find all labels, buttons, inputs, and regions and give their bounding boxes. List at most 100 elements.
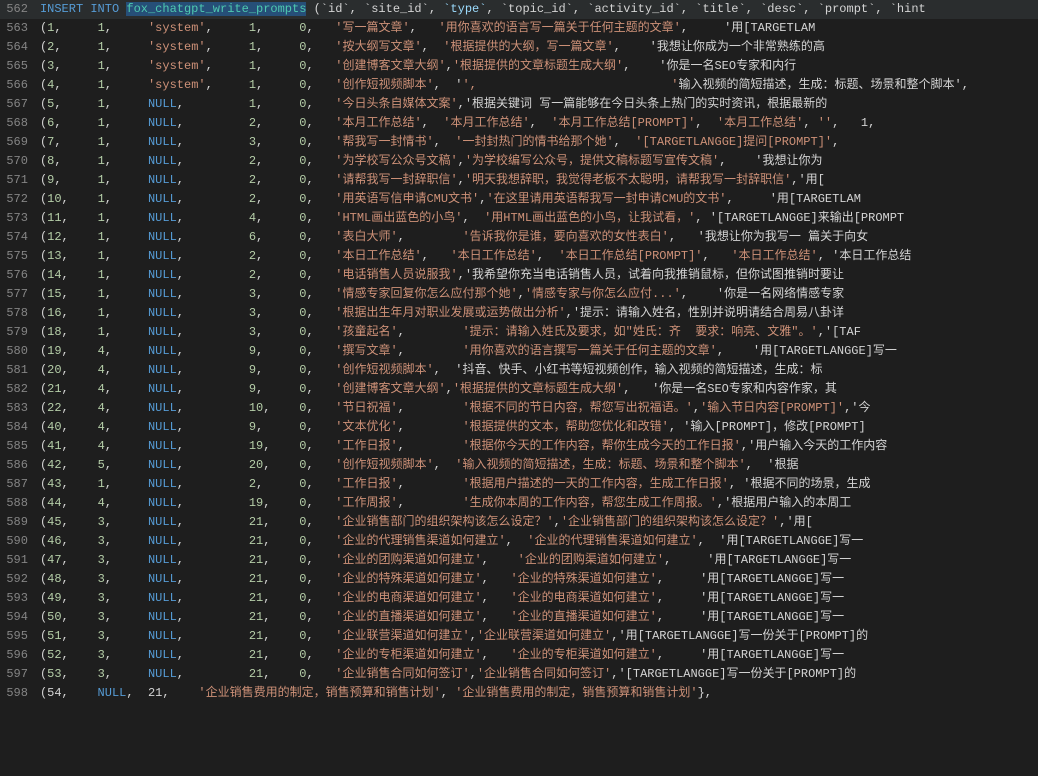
code-line[interactable]: (51, 3, NULL, 21, 0, '企业联营渠道如何建立','企业联营渠… xyxy=(36,627,1038,646)
code-line[interactable]: (10, 1, NULL, 2, 0, '用英语写信申请CMU文书','在这里请… xyxy=(36,190,1038,209)
code-line[interactable]: (2, 1, 'system', 1, 0, '按大纲写文章', '根据提供的大… xyxy=(36,38,1038,57)
code-line[interactable]: (1, 1, 'system', 1, 0, '写一篇文章', '用你喜欢的语言… xyxy=(36,19,1038,38)
table-row: 571(9, 1, NULL, 2, 0, '请帮我写一封辞职信','明天我想辞… xyxy=(0,171,1038,190)
line-number: 571 xyxy=(0,171,36,190)
table-row: 582(21, 4, NULL, 9, 0, '创建博客文章大纲','根据提供的… xyxy=(0,380,1038,399)
code-line[interactable]: (12, 1, NULL, 6, 0, '表白大师', '告诉我你是谁，要向喜欢… xyxy=(36,228,1038,247)
code-editor: 562INSERT INTO fox_chatgpt_write_prompts… xyxy=(0,0,1038,703)
table-row: 573(11, 1, NULL, 4, 0, 'HTML画出蓝色的小鸟', '用… xyxy=(0,209,1038,228)
line-number: 587 xyxy=(0,475,36,494)
code-line[interactable]: (54, NULL, 21, '企业销售费用的制定，销售预算和销售计划', '企… xyxy=(36,684,1038,703)
code-line[interactable]: (15, 1, NULL, 3, 0, '情感专家回复你怎么应付那个她','情感… xyxy=(36,285,1038,304)
table-row: 594(50, 3, NULL, 21, 0, '企业的直播渠道如何建立', '… xyxy=(0,608,1038,627)
code-line[interactable]: (13, 1, NULL, 2, 0, '本日工作总结', '本日工作总结', … xyxy=(36,247,1038,266)
line-number: 568 xyxy=(0,114,36,133)
code-line[interactable]: (6, 1, NULL, 2, 0, '本月工作总结', '本月工作总结', '… xyxy=(36,114,1038,133)
table-row: 592(48, 3, NULL, 21, 0, '企业的特殊渠道如何建立', '… xyxy=(0,570,1038,589)
table-row: 566(4, 1, 'system', 1, 0, '创作短视频脚本', '',… xyxy=(0,76,1038,95)
line-number: 586 xyxy=(0,456,36,475)
code-line[interactable]: (4, 1, 'system', 1, 0, '创作短视频脚本', '', '输… xyxy=(36,76,1038,95)
table-row: 568(6, 1, NULL, 2, 0, '本月工作总结', '本月工作总结'… xyxy=(0,114,1038,133)
line-number: 589 xyxy=(0,513,36,532)
table-row: 565(3, 1, 'system', 1, 0, '创建博客文章大纲','根据… xyxy=(0,57,1038,76)
table-row: 576(14, 1, NULL, 2, 0, '电话销售人员说服我','我希望你… xyxy=(0,266,1038,285)
code-line[interactable]: (44, 4, NULL, 19, 0, '工作周报', '生成你本周的工作内容… xyxy=(36,494,1038,513)
line-number: 573 xyxy=(0,209,36,228)
table-row: 583(22, 4, NULL, 10, 0, '节日祝福', '根据不同的节日… xyxy=(0,399,1038,418)
code-line[interactable]: (16, 1, NULL, 3, 0, '根据出生年月对职业发展或运势做出分析'… xyxy=(36,304,1038,323)
line-number: 580 xyxy=(0,342,36,361)
line-number: 578 xyxy=(0,304,36,323)
table-row: 593(49, 3, NULL, 21, 0, '企业的电商渠道如何建立', '… xyxy=(0,589,1038,608)
code-line[interactable]: (48, 3, NULL, 21, 0, '企业的特殊渠道如何建立', '企业的… xyxy=(36,570,1038,589)
table-row: 587(43, 1, NULL, 2, 0, '工作日报', '根据用户描述的一… xyxy=(0,475,1038,494)
line-number: 597 xyxy=(0,665,36,684)
table-row: 598(54, NULL, 21, '企业销售费用的制定，销售预算和销售计划',… xyxy=(0,684,1038,703)
table-row: 572(10, 1, NULL, 2, 0, '用英语写信申请CMU文书','在… xyxy=(0,190,1038,209)
code-line[interactable]: (50, 3, NULL, 21, 0, '企业的直播渠道如何建立', '企业的… xyxy=(36,608,1038,627)
code-line[interactable]: (3, 1, 'system', 1, 0, '创建博客文章大纲','根据提供的… xyxy=(36,57,1038,76)
line-number: 594 xyxy=(0,608,36,627)
code-line[interactable]: (49, 3, NULL, 21, 0, '企业的电商渠道如何建立', '企业的… xyxy=(36,589,1038,608)
code-line[interactable]: (40, 4, NULL, 9, 0, '文本优化', '根据提供的文本，帮助您… xyxy=(36,418,1038,437)
line-number: 572 xyxy=(0,190,36,209)
line-number: 581 xyxy=(0,361,36,380)
code-line[interactable]: (46, 3, NULL, 21, 0, '企业的代理销售渠道如何建立', '企… xyxy=(36,532,1038,551)
line-number: 598 xyxy=(0,684,36,703)
table-row: 562INSERT INTO fox_chatgpt_write_prompts… xyxy=(0,0,1038,19)
code-line[interactable]: (14, 1, NULL, 2, 0, '电话销售人员说服我','我希望你充当电… xyxy=(36,266,1038,285)
table-row: 577(15, 1, NULL, 3, 0, '情感专家回复你怎么应付那个她',… xyxy=(0,285,1038,304)
line-number: 564 xyxy=(0,38,36,57)
code-line[interactable]: (52, 3, NULL, 21, 0, '企业的专柜渠道如何建立', '企业的… xyxy=(36,646,1038,665)
code-line[interactable]: (47, 3, NULL, 21, 0, '企业的团购渠道如何建立', '企业的… xyxy=(36,551,1038,570)
table-row: 584(40, 4, NULL, 9, 0, '文本优化', '根据提供的文本，… xyxy=(0,418,1038,437)
line-number: 567 xyxy=(0,95,36,114)
code-line[interactable]: (20, 4, NULL, 9, 0, '创作短视频脚本', '抖音、快手、小红… xyxy=(36,361,1038,380)
code-line[interactable]: (7, 1, NULL, 3, 0, '帮我写一封情书', '一封封热门的情书给… xyxy=(36,133,1038,152)
table-row: 579(18, 1, NULL, 3, 0, '孩童起名', '提示：请输入姓氏… xyxy=(0,323,1038,342)
table-row: 570(8, 1, NULL, 2, 0, '为学校写公众号文稿','为学校编写… xyxy=(0,152,1038,171)
code-line[interactable]: (5, 1, NULL, 1, 0, '今日头条自媒体文案','根据关键词 写一… xyxy=(36,95,1038,114)
code-line[interactable]: (19, 4, NULL, 9, 0, '撰写文章', '用你喜欢的语言撰写一篇… xyxy=(36,342,1038,361)
line-number: 592 xyxy=(0,570,36,589)
code-line[interactable]: (45, 3, NULL, 21, 0, '企业销售部门的组织架构该怎么设定？'… xyxy=(36,513,1038,532)
code-line[interactable]: (8, 1, NULL, 2, 0, '为学校写公众号文稿','为学校编写公众号… xyxy=(36,152,1038,171)
line-number: 590 xyxy=(0,532,36,551)
table-row: 563(1, 1, 'system', 1, 0, '写一篇文章', '用你喜欢… xyxy=(0,19,1038,38)
table-row: 595(51, 3, NULL, 21, 0, '企业联营渠道如何建立','企业… xyxy=(0,627,1038,646)
line-number: 579 xyxy=(0,323,36,342)
table-row: 591(47, 3, NULL, 21, 0, '企业的团购渠道如何建立', '… xyxy=(0,551,1038,570)
code-line[interactable]: (21, 4, NULL, 9, 0, '创建博客文章大纲','根据提供的文章标… xyxy=(36,380,1038,399)
table-row: 567(5, 1, NULL, 1, 0, '今日头条自媒体文案','根据关键词… xyxy=(0,95,1038,114)
line-number: 596 xyxy=(0,646,36,665)
line-number: 577 xyxy=(0,285,36,304)
code-line[interactable]: (22, 4, NULL, 10, 0, '节日祝福', '根据不同的节日内容，… xyxy=(36,399,1038,418)
table-row: 586(42, 5, NULL, 20, 0, '创作短视频脚本', '输入视频… xyxy=(0,456,1038,475)
code-line[interactable]: (11, 1, NULL, 4, 0, 'HTML画出蓝色的小鸟', '用HTM… xyxy=(36,209,1038,228)
code-line[interactable]: (9, 1, NULL, 2, 0, '请帮我写一封辞职信','明天我想辞职，我… xyxy=(36,171,1038,190)
line-number: 569 xyxy=(0,133,36,152)
line-number: 583 xyxy=(0,399,36,418)
line-number: 593 xyxy=(0,589,36,608)
line-number: 566 xyxy=(0,76,36,95)
line-number: 575 xyxy=(0,247,36,266)
code-line[interactable]: (42, 5, NULL, 20, 0, '创作短视频脚本', '输入视频的简短… xyxy=(36,456,1038,475)
code-line[interactable]: INSERT INTO fox_chatgpt_write_prompts (`… xyxy=(36,0,1038,19)
table-row: 578(16, 1, NULL, 3, 0, '根据出生年月对职业发展或运势做出… xyxy=(0,304,1038,323)
table-row: 581(20, 4, NULL, 9, 0, '创作短视频脚本', '抖音、快手… xyxy=(0,361,1038,380)
line-number: 565 xyxy=(0,57,36,76)
line-number: 591 xyxy=(0,551,36,570)
table-row: 575(13, 1, NULL, 2, 0, '本日工作总结', '本日工作总结… xyxy=(0,247,1038,266)
line-number: 576 xyxy=(0,266,36,285)
code-line[interactable]: (43, 1, NULL, 2, 0, '工作日报', '根据用户描述的一天的工… xyxy=(36,475,1038,494)
code-line[interactable]: (53, 3, NULL, 21, 0, '企业销售合同如何签订','企业销售合… xyxy=(36,665,1038,684)
line-number: 570 xyxy=(0,152,36,171)
table-row: 564(2, 1, 'system', 1, 0, '按大纲写文章', '根据提… xyxy=(0,38,1038,57)
line-number: 588 xyxy=(0,494,36,513)
table-row: 574(12, 1, NULL, 6, 0, '表白大师', '告诉我你是谁，要… xyxy=(0,228,1038,247)
code-line[interactable]: (18, 1, NULL, 3, 0, '孩童起名', '提示：请输入姓氏及要求… xyxy=(36,323,1038,342)
line-number: 563 xyxy=(0,19,36,38)
code-line[interactable]: (41, 4, NULL, 19, 0, '工作日报', '根据你今天的工作内容… xyxy=(36,437,1038,456)
line-number: 585 xyxy=(0,437,36,456)
line-number: 574 xyxy=(0,228,36,247)
